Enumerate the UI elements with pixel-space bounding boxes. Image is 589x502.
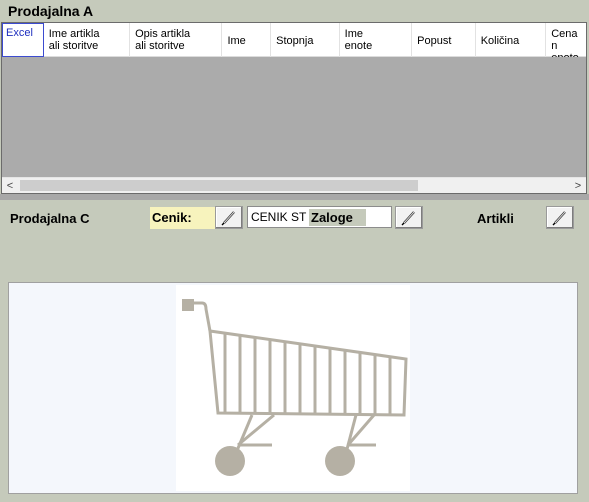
cenik-edit-button[interactable] (215, 206, 243, 229)
pencil-icon (401, 211, 415, 226)
pencil-icon (552, 211, 566, 226)
store-c-title: Prodajalna C (10, 211, 90, 226)
column-header-excel[interactable]: Excel (2, 23, 44, 57)
pencil-icon (221, 211, 235, 226)
column-header-quantity[interactable]: Količina (476, 23, 547, 57)
panel-splitter[interactable] (0, 194, 589, 200)
artikli-edit-button[interactable] (546, 206, 574, 229)
grid-header: Excel Ime artikla ali storitve Opis arti… (2, 23, 586, 57)
app-window: Prodajalna A Excel Ime artikla ali stori… (0, 0, 589, 502)
zaloge-edit-button[interactable] (395, 206, 423, 229)
column-header-unit-price[interactable]: Cena n enoto (546, 23, 586, 57)
scrollbar-thumb[interactable] (20, 180, 418, 191)
column-header-discount[interactable]: Popust (412, 23, 476, 57)
artikli-label: Artikli (477, 211, 514, 226)
column-header-name[interactable]: Ime (222, 23, 272, 57)
cart-image (176, 285, 410, 491)
items-grid[interactable]: Excel Ime artikla ali storitve Opis arti… (1, 22, 587, 194)
zaloge-label: Zaloge (309, 209, 366, 226)
cart-image-panel (8, 282, 578, 494)
column-header-rate[interactable]: Stopnja (271, 23, 340, 57)
horizontal-scrollbar[interactable]: < > (2, 177, 586, 193)
scroll-left-icon[interactable]: < (2, 178, 18, 193)
column-header-item-name[interactable]: Ime artikla ali storitve (44, 23, 131, 57)
column-header-item-description[interactable]: Opis artikla ali storitve (130, 23, 223, 57)
shopping-cart-icon (182, 299, 408, 476)
store-a-title: Prodajalna A (1, 1, 587, 22)
scroll-right-icon[interactable]: > (570, 178, 586, 193)
column-header-unit-name[interactable]: Ime enote (340, 23, 413, 57)
